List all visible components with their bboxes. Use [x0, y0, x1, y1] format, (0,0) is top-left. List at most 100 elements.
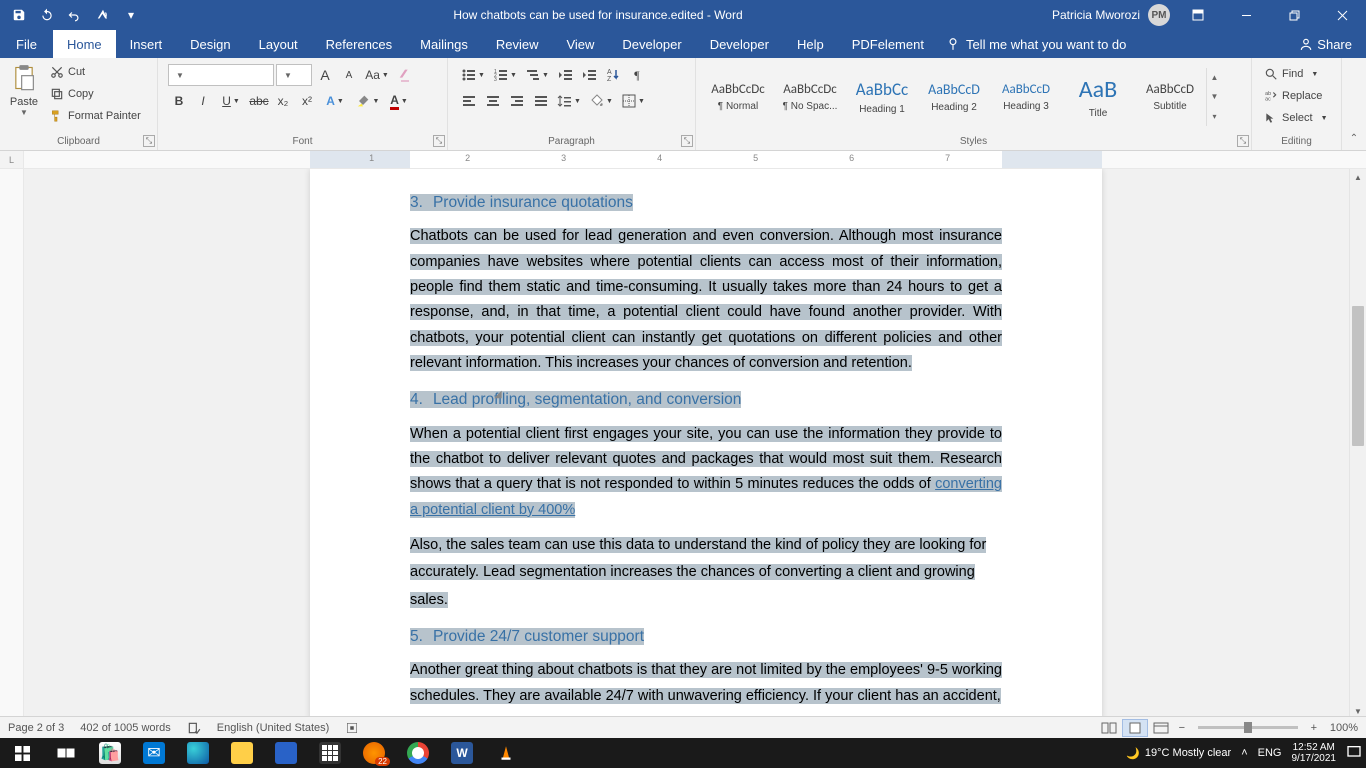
- font-name-combo[interactable]: ▼: [168, 64, 274, 86]
- align-right-button[interactable]: [506, 90, 528, 112]
- line-spacing-button[interactable]: ▼: [554, 90, 584, 112]
- maximize-button[interactable]: [1274, 0, 1314, 30]
- decrease-indent-button[interactable]: [554, 64, 576, 86]
- minimize-button[interactable]: [1226, 0, 1266, 30]
- clipboard-dialog-launcher[interactable]: ⤡: [143, 135, 155, 147]
- taskbar-vlc[interactable]: [484, 738, 528, 768]
- font-dialog-launcher[interactable]: ⤡: [433, 135, 445, 147]
- tab-pdfelement[interactable]: PDFelement: [838, 30, 938, 58]
- align-left-button[interactable]: [458, 90, 480, 112]
- ribbon-display-options[interactable]: [1178, 0, 1218, 30]
- shading-button[interactable]: ▼: [586, 90, 616, 112]
- format-painter-button[interactable]: Format Painter: [50, 106, 141, 126]
- style-title[interactable]: AaBTitle: [1062, 68, 1134, 126]
- vertical-scrollbar[interactable]: ▲ ▼: [1349, 169, 1366, 720]
- style-heading-3[interactable]: AaBbCcDHeading 3: [990, 68, 1062, 126]
- replace-button[interactable]: abacReplace: [1264, 86, 1322, 106]
- taskbar-mail[interactable]: ✉: [132, 738, 176, 768]
- text-effects-button[interactable]: A▼: [320, 90, 350, 112]
- horizontal-ruler[interactable]: L 1234567: [0, 151, 1366, 169]
- tab-file[interactable]: File: [0, 30, 53, 58]
- align-center-button[interactable]: [482, 90, 504, 112]
- read-aloud-button[interactable]: [90, 1, 116, 29]
- change-case-button[interactable]: Aa▼: [362, 64, 392, 86]
- taskbar-chrome[interactable]: [396, 738, 440, 768]
- taskbar-clock[interactable]: 12:52 AM9/17/2021: [1292, 742, 1337, 764]
- style-heading-2[interactable]: AaBbCcDHeading 2: [918, 68, 990, 126]
- style--normal[interactable]: AaBbCcDc¶ Normal: [702, 68, 774, 126]
- style-subtitle[interactable]: AaBbCcDSubtitle: [1134, 68, 1206, 126]
- spell-check-status[interactable]: [187, 721, 201, 735]
- style-heading-1[interactable]: AaBbCcHeading 1: [846, 68, 918, 126]
- user-name[interactable]: Patricia Mworozi: [1052, 8, 1140, 22]
- copy-button[interactable]: Copy: [50, 84, 141, 104]
- undo-button[interactable]: [34, 1, 60, 29]
- cut-button[interactable]: Cut: [50, 62, 141, 82]
- print-layout-button[interactable]: [1122, 719, 1148, 737]
- vertical-ruler[interactable]: [0, 169, 24, 720]
- tab-home[interactable]: Home: [53, 30, 116, 58]
- grow-font-button[interactable]: A: [314, 64, 336, 86]
- save-button[interactable]: [6, 1, 32, 29]
- underline-button[interactable]: U▼: [216, 90, 246, 112]
- superscript-button[interactable]: x²: [296, 90, 318, 112]
- find-button[interactable]: Find▼: [1264, 64, 1318, 84]
- web-layout-button[interactable]: [1148, 719, 1174, 737]
- macro-status[interactable]: [345, 721, 359, 735]
- paragraph-dialog-launcher[interactable]: ⤡: [681, 135, 693, 147]
- tab-developer[interactable]: Developer: [608, 30, 695, 58]
- taskbar-app-dots[interactable]: [308, 738, 352, 768]
- tab-design[interactable]: Design: [176, 30, 244, 58]
- share-button[interactable]: Share: [1285, 30, 1366, 58]
- zoom-slider[interactable]: [1198, 726, 1298, 729]
- font-size-combo[interactable]: ▼: [276, 64, 312, 86]
- subscript-button[interactable]: x₂: [272, 90, 294, 112]
- read-mode-button[interactable]: [1096, 719, 1122, 737]
- sort-button[interactable]: AZ: [602, 64, 624, 86]
- scroll-thumb[interactable]: [1352, 306, 1364, 446]
- paste-button[interactable]: Paste ▼: [4, 60, 44, 117]
- close-button[interactable]: [1322, 0, 1362, 30]
- tell-me-search[interactable]: Tell me what you want to do: [938, 30, 1134, 58]
- italic-button[interactable]: I: [192, 90, 214, 112]
- qat-customize[interactable]: ▾: [118, 1, 144, 29]
- styles-dialog-launcher[interactable]: ⤡: [1237, 135, 1249, 147]
- taskbar-app-blue[interactable]: [264, 738, 308, 768]
- word-count-status[interactable]: 402 of 1005 words: [80, 722, 171, 734]
- borders-button[interactable]: ▼: [618, 90, 648, 112]
- select-button[interactable]: Select▼: [1264, 108, 1328, 128]
- tab-help[interactable]: Help: [783, 30, 838, 58]
- increase-indent-button[interactable]: [578, 64, 600, 86]
- bold-button[interactable]: B: [168, 90, 190, 112]
- start-button[interactable]: [0, 738, 44, 768]
- scroll-up-button[interactable]: ▲: [1350, 169, 1366, 186]
- taskbar-word[interactable]: W: [440, 738, 484, 768]
- show-hide-button[interactable]: ¶: [626, 64, 648, 86]
- taskbar-explorer[interactable]: [220, 738, 264, 768]
- tab-references[interactable]: References: [312, 30, 406, 58]
- justify-button[interactable]: [530, 90, 552, 112]
- styles-more-button[interactable]: ▲▼▾: [1206, 68, 1222, 126]
- clear-formatting-button[interactable]: [394, 64, 416, 86]
- tab-review[interactable]: Review: [482, 30, 553, 58]
- strikethrough-button[interactable]: abc: [248, 90, 270, 112]
- zoom-out-button[interactable]: −: [1174, 722, 1190, 734]
- notifications-icon[interactable]: [1346, 744, 1362, 763]
- multilevel-list-button[interactable]: ▼: [522, 64, 552, 86]
- highlight-button[interactable]: ▼: [352, 90, 382, 112]
- collapse-ribbon-button[interactable]: ⌃: [1342, 58, 1366, 150]
- tab-insert[interactable]: Insert: [116, 30, 177, 58]
- taskbar-store[interactable]: 🛍️: [88, 738, 132, 768]
- ruler-corner[interactable]: L: [0, 151, 24, 168]
- bullets-button[interactable]: ▼: [458, 64, 488, 86]
- tab-layout[interactable]: Layout: [245, 30, 312, 58]
- language-status[interactable]: English (United States): [217, 722, 330, 734]
- collapse-heading-icon[interactable]: ◢: [494, 386, 502, 404]
- tab-mailings[interactable]: Mailings: [406, 30, 482, 58]
- tab-view[interactable]: View: [552, 30, 608, 58]
- task-view-button[interactable]: [44, 738, 88, 768]
- redo-button[interactable]: [62, 1, 88, 29]
- zoom-in-button[interactable]: +: [1306, 722, 1322, 734]
- shrink-font-button[interactable]: A: [338, 64, 360, 86]
- document-page[interactable]: 3.Provide insurance quotations Chatbots …: [310, 169, 1102, 720]
